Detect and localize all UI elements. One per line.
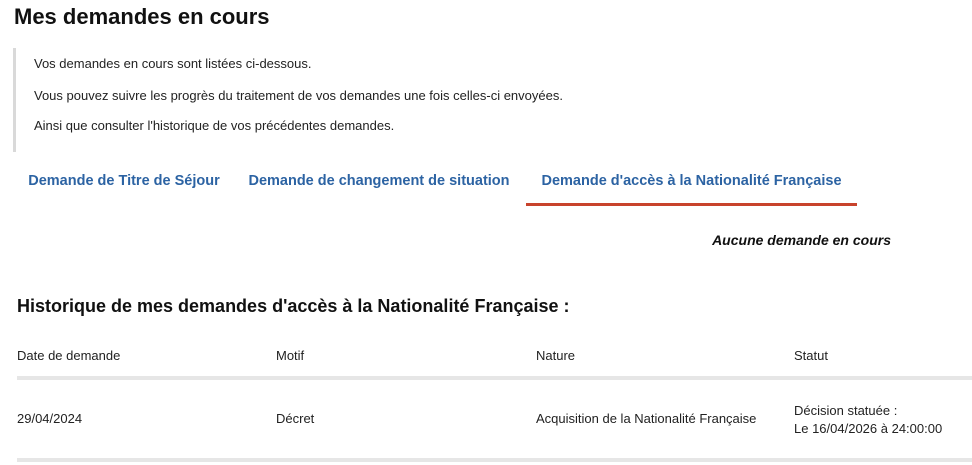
statut-date: Le 16/04/2026 à 24:00:00 [794,421,943,436]
page: Mes demandes en cours Vos demandes en co… [0,0,972,465]
column-header-motif: Motif [276,348,305,363]
cell-motif: Décret [276,411,315,426]
statut-label: Décision statuée : [794,403,898,418]
table-header: Date de demande Motif Nature Statut [17,338,972,380]
tab-titre-de-sejour[interactable]: Demande de Titre de Séjour [16,160,232,206]
history-table: Date de demande Motif Nature Statut 29/0… [17,338,972,462]
empty-requests-message: Aucune demande en cours [712,232,891,248]
column-header-nature: Nature [536,348,576,363]
tab-nationalite-francaise[interactable]: Demande d'accès à la Nationalité Françai… [526,160,857,206]
intro-notice: Vos demandes en cours sont listées ci-de… [13,48,953,152]
cell-nature: Acquisition de la Nationalité Française [536,411,757,426]
intro-line: Vous pouvez suivre les progrès du traite… [34,88,563,103]
tab-changement-de-situation[interactable]: Demande de changement de situation [236,160,522,206]
cell-date: 29/04/2024 [17,411,83,426]
page-title: Mes demandes en cours [14,4,270,29]
cell-statut: Décision statuée : Le 16/04/2026 à 24:00… [794,402,942,438]
request-type-tabs: Demande de Titre de Séjour Demande de ch… [16,160,916,210]
column-header-date: Date de demande [17,348,121,363]
intro-line: Vos demandes en cours sont listées ci-de… [34,56,312,71]
column-header-statut: Statut [794,348,828,363]
history-title: Historique de mes demandes d'accès à la … [17,296,570,316]
intro-line: Ainsi que consulter l'historique de vos … [34,118,395,133]
table-row: 29/04/2024 Décret Acquisition de la Nati… [17,380,972,462]
